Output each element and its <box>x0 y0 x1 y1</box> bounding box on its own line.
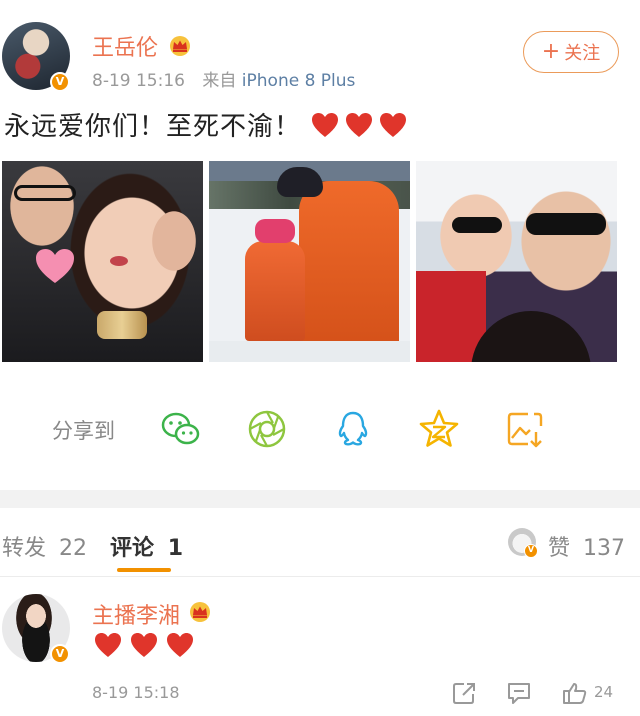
commenter-name[interactable]: 主播李湘 <box>92 598 180 630</box>
tab-reposts-count: 22 <box>59 536 88 561</box>
share-comment-icon[interactable] <box>452 681 478 705</box>
glasses <box>14 185 76 201</box>
section-divider <box>0 490 640 508</box>
vip-crown-icon <box>190 602 210 622</box>
plus-icon: + <box>541 39 561 64</box>
lips <box>110 256 128 266</box>
post-photo-3[interactable] <box>416 161 617 362</box>
post-source[interactable]: iPhone 8 Plus <box>242 71 356 91</box>
tabs-divider <box>0 576 640 577</box>
heart-icon <box>131 633 157 657</box>
qq-icon[interactable] <box>332 408 374 450</box>
tab-comments-count: 1 <box>167 536 183 561</box>
comment-like-count: 24 <box>594 683 614 701</box>
watch <box>97 311 147 339</box>
tab-comments-label: 评论 <box>110 536 155 561</box>
like-comment-icon[interactable] <box>562 681 588 705</box>
comment-time: 8-19 15:18 <box>92 683 180 702</box>
sunglasses-man <box>526 213 606 235</box>
comment-content <box>94 632 194 658</box>
tab-likes[interactable]: 赞 137 <box>548 530 625 562</box>
active-tab-indicator <box>117 568 171 572</box>
heart-icon <box>95 633 121 657</box>
tab-reposts-label: 转发 <box>2 536 47 561</box>
heart-icon <box>167 633 193 657</box>
follow-button[interactable]: + 关注 <box>523 31 619 73</box>
wechat-icon[interactable] <box>160 408 202 450</box>
follow-label: 关注 <box>564 43 601 64</box>
heart-icon <box>380 112 407 137</box>
post-text: 永远爱你们！至死不渝！ <box>4 112 302 142</box>
reply-comment-icon[interactable] <box>506 681 532 705</box>
child-jacket <box>245 241 305 341</box>
source-prefix: 来自 <box>202 71 237 91</box>
child-goggles <box>255 219 295 243</box>
pink-heart-sticker-icon <box>36 249 74 283</box>
save-image-icon[interactable] <box>504 408 546 450</box>
liker-verified-icon: V <box>524 544 538 558</box>
post-meta: 8-19 15:16 来自 iPhone 8 Plus <box>92 66 355 91</box>
post-hearts <box>311 112 407 138</box>
tab-reposts[interactable]: 转发 22 <box>2 530 87 562</box>
post-photo-1[interactable] <box>2 161 203 362</box>
moments-icon[interactable] <box>246 408 288 450</box>
author-name[interactable]: 王岳伦 <box>92 30 158 62</box>
vip-crown-icon <box>170 36 190 56</box>
tab-likes-count: 137 <box>583 536 626 561</box>
sunglasses-woman <box>452 217 502 233</box>
post-content: 永远爱你们！至死不渝！ <box>4 106 407 143</box>
orange-jacket-adult <box>299 181 399 361</box>
qzone-icon[interactable] <box>418 408 460 450</box>
heart-icon <box>346 112 373 137</box>
post-time: 8-19 15:16 <box>92 71 185 91</box>
snow <box>209 341 410 362</box>
share-label: 分享到 <box>52 419 115 443</box>
heart-icon <box>312 112 339 137</box>
verified-badge-icon: V <box>50 72 70 92</box>
helmet <box>277 167 323 197</box>
tab-comments[interactable]: 评论 1 <box>110 530 183 562</box>
post-photo-2[interactable] <box>209 161 410 362</box>
child-hair <box>471 311 591 362</box>
tab-likes-label: 赞 <box>548 536 571 561</box>
commenter-verified-icon: V <box>50 644 70 664</box>
